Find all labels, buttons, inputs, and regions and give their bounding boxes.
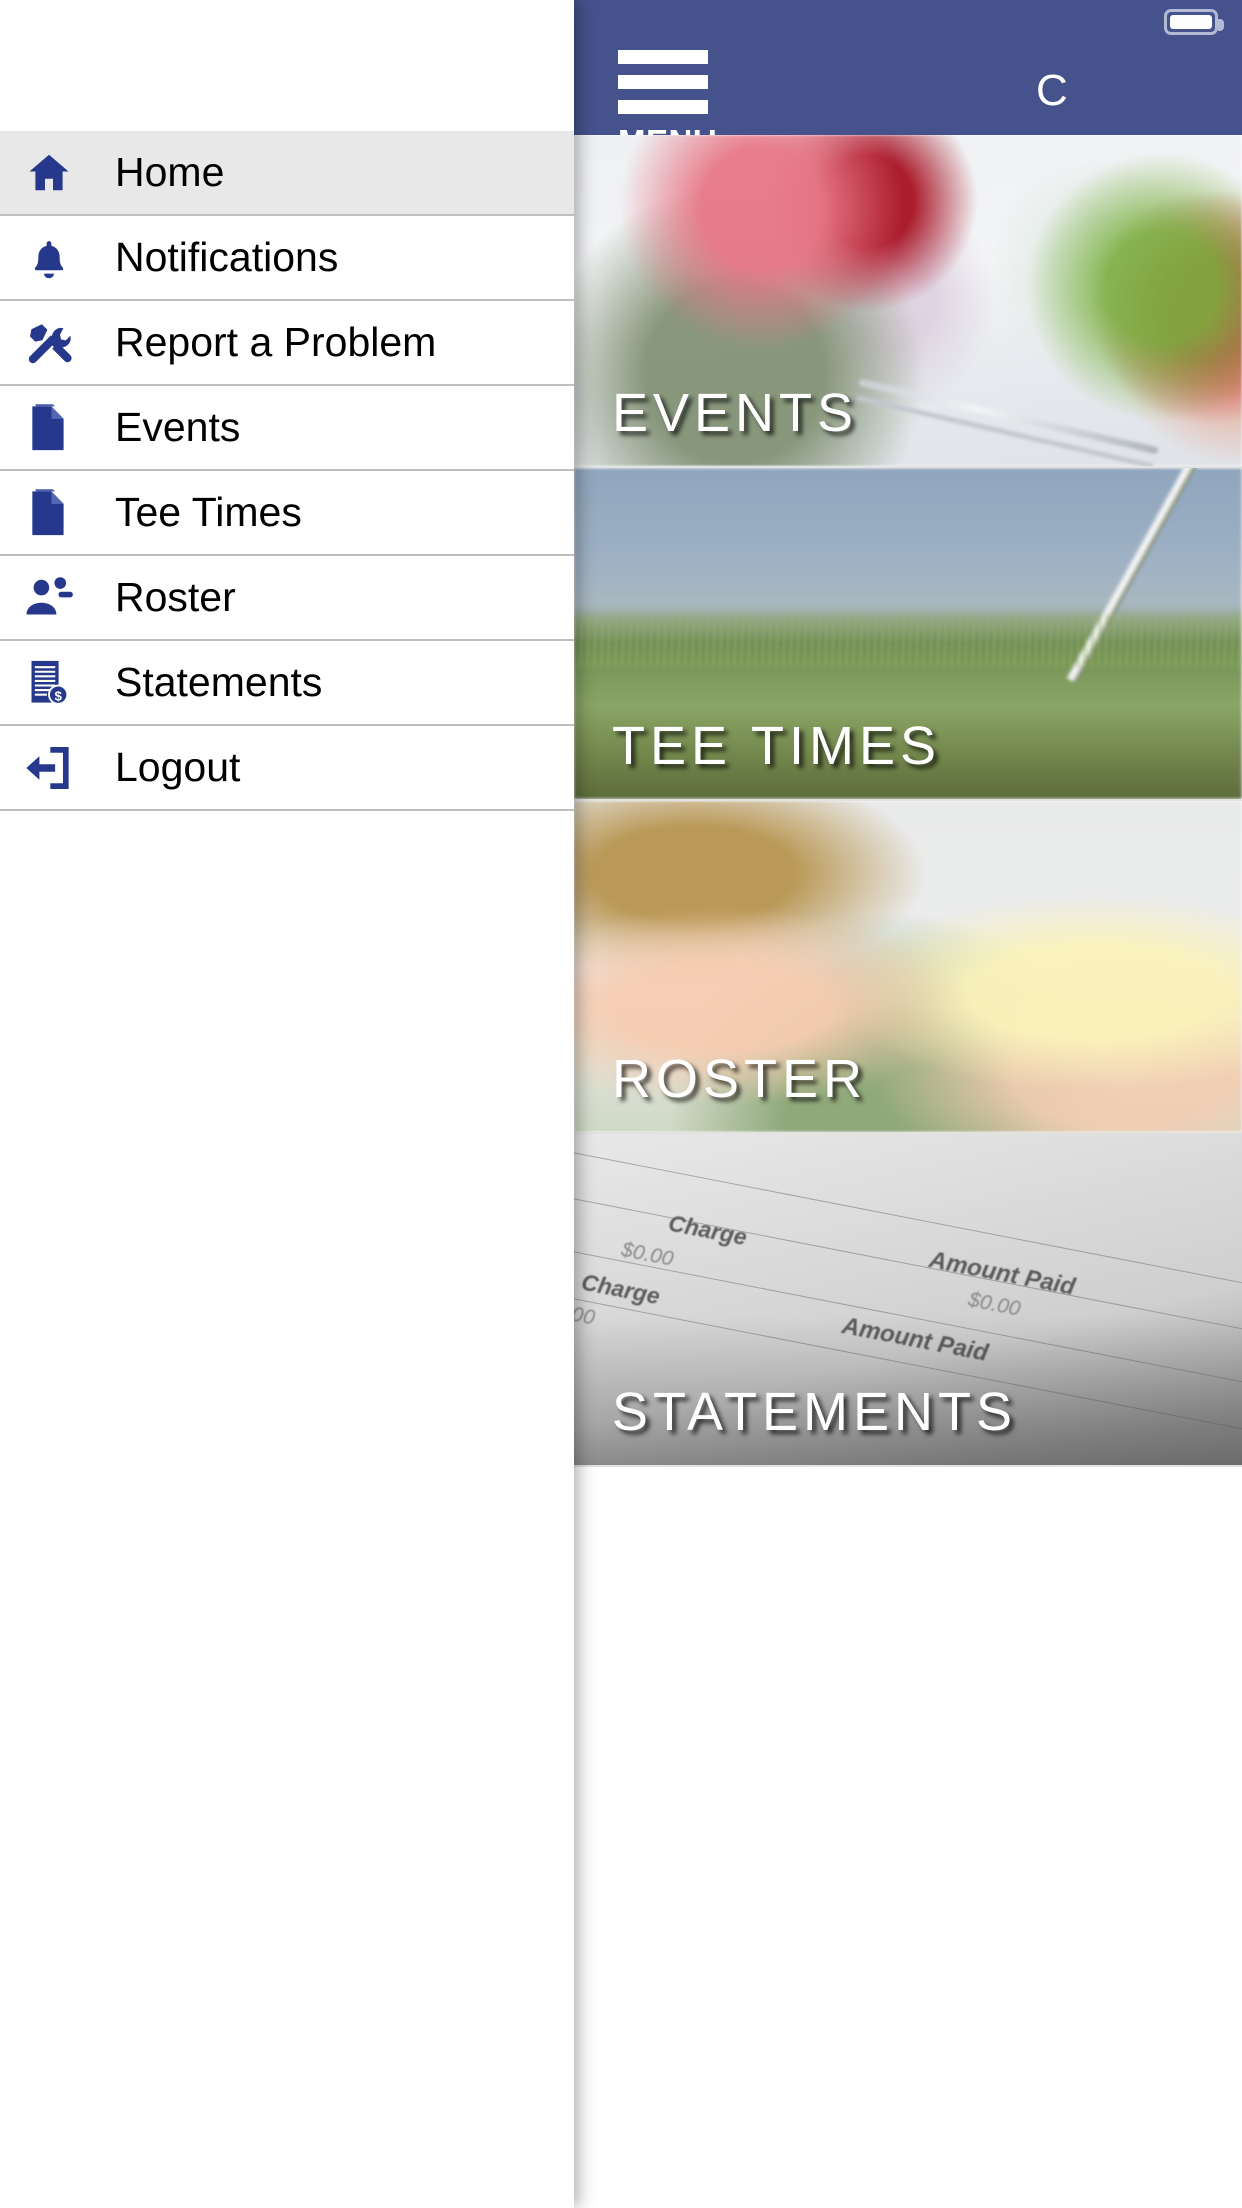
document-icon [18,486,80,540]
tile-tee-times-label: TEE TIMES [612,716,942,776]
tile-roster[interactable]: ROSTER [574,801,1242,1134]
tools-icon [18,316,80,370]
sidebar-item-logout[interactable]: Logout [0,726,574,811]
logout-arrow-icon [18,741,80,795]
statement-icon: $ [18,656,80,710]
document-icon [18,401,80,455]
sidebar-item-label: Events [115,404,241,450]
tile-roster-label: ROSTER [612,1049,868,1109]
sidebar-item-report-a-problem[interactable]: Report a Problem [0,301,574,386]
home-icon [18,146,80,200]
sidebar-item-label: Roster [115,574,236,620]
top-navigation-bar: MENU C [574,40,1242,159]
sidebar-item-label: Tee Times [115,489,302,535]
sidebar-item-label: Home [115,149,225,195]
sidebar-item-events[interactable]: Events [0,386,574,471]
battery-full-icon [1164,9,1224,35]
tile-events-label: EVENTS [612,383,859,443]
sidebar-item-tee-times[interactable]: Tee Times [0,471,574,556]
sidebar-item-label: Logout [115,744,241,790]
sidebar-item-label: Report a Problem [115,319,437,365]
sidebar-item-notifications[interactable]: Notifications [0,216,574,301]
bell-icon [18,231,80,285]
tile-statements-label: STATEMENTS [612,1382,1018,1442]
sidebar-item-label: Statements [115,659,323,705]
sidebar-item-label: Notifications [115,234,339,280]
status-bar [574,0,1242,40]
drawer-header-spacer [0,0,574,131]
page-title: C [1036,66,1068,115]
svg-text:$: $ [54,688,62,703]
sidebar-item-statements[interactable]: $ Statements [0,641,574,726]
tile-events[interactable]: EVENTS [574,135,1242,468]
navigation-drawer: Home Notifications Report a Problem Even… [0,0,574,2208]
tile-tee-times[interactable]: TEE TIMES [574,468,1242,801]
people-icon [18,571,80,625]
sidebar-item-home[interactable]: Home [0,131,574,216]
hamburger-menu-icon [618,50,738,114]
home-screen: MENU C EVENTS TEE TIMES ROSTER [574,0,1242,2208]
app-screen: MENU C EVENTS TEE TIMES ROSTER [0,0,1242,2208]
tile-statements[interactable]: Charge $0.00 Amount Paid $0.00 Charge 0.… [574,1134,1242,1467]
sidebar-item-roster[interactable]: Roster [0,556,574,641]
